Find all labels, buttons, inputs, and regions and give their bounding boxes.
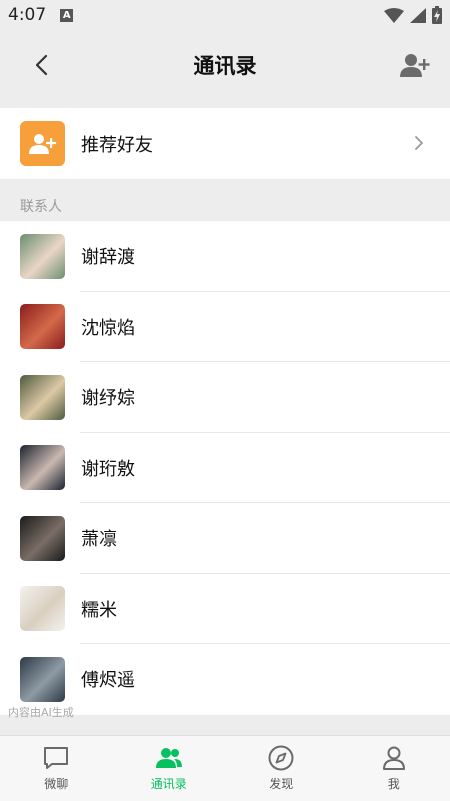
recommend-friends-label: 推荐好友 xyxy=(81,131,153,157)
avatar xyxy=(20,516,65,561)
status-bar: 4:07 A xyxy=(0,0,450,30)
tab-discover[interactable]: 发现 xyxy=(225,736,338,801)
contact-item[interactable]: 沈惊焰 xyxy=(0,292,450,363)
status-time: 4:07 xyxy=(8,5,46,25)
contact-name: 傅烬遥 xyxy=(81,666,135,692)
page-title: 通讯录 xyxy=(194,50,257,80)
bottom-tab-bar: 微聊 通讯录 发现 我 xyxy=(0,735,450,801)
contact-name: 萧凛 xyxy=(81,525,117,551)
tab-chats[interactable]: 微聊 xyxy=(0,736,113,801)
add-contact-icon[interactable] xyxy=(400,52,430,78)
back-arrow-icon[interactable] xyxy=(32,54,52,76)
avatar xyxy=(20,375,65,420)
recommend-friends-row[interactable]: 推荐好友 xyxy=(0,108,450,179)
tab-label: 我 xyxy=(388,775,400,792)
header: 通讯录 xyxy=(0,30,450,100)
avatar xyxy=(20,304,65,349)
notification-icon: A xyxy=(60,9,73,22)
contact-list: 谢辞渡 沈惊焰 谢纾婃 谢珩敫 萧凛 糯米 傅烬遥 xyxy=(0,221,450,715)
avatar xyxy=(20,657,65,702)
wifi-icon xyxy=(384,8,404,23)
contact-name: 沈惊焰 xyxy=(81,314,135,340)
contact-name: 糯米 xyxy=(81,596,117,622)
contact-item[interactable]: 谢珩敫 xyxy=(0,433,450,504)
contacts-section-label: 联系人 xyxy=(20,196,62,216)
contacts-icon xyxy=(155,744,183,772)
tab-label: 发现 xyxy=(269,775,293,792)
person-icon xyxy=(380,744,408,772)
contact-name: 谢纾婃 xyxy=(81,384,135,410)
chevron-right-icon xyxy=(414,135,424,151)
tab-contacts[interactable]: 通讯录 xyxy=(113,736,226,801)
tab-label: 通讯录 xyxy=(151,775,187,792)
tab-label: 微聊 xyxy=(44,775,68,792)
add-person-icon xyxy=(29,133,57,155)
chat-bubble-icon xyxy=(42,744,70,772)
battery-icon xyxy=(432,6,442,24)
tab-me[interactable]: 我 xyxy=(338,736,450,801)
contact-name: 谢珩敫 xyxy=(81,455,135,481)
avatar xyxy=(20,586,65,631)
recommend-friends-icon xyxy=(20,121,65,166)
ai-generated-watermark: 内容由AI生成 xyxy=(8,704,74,720)
contact-item[interactable]: 萧凛 xyxy=(0,503,450,574)
contact-name: 谢辞渡 xyxy=(81,243,135,269)
avatar xyxy=(20,445,65,490)
status-icons xyxy=(384,6,442,24)
compass-icon xyxy=(267,744,295,772)
contact-item[interactable]: 糯米 xyxy=(0,574,450,645)
contact-item[interactable]: 谢辞渡 xyxy=(0,221,450,292)
contact-item[interactable]: 谢纾婃 xyxy=(0,362,450,433)
cellular-signal-icon xyxy=(410,8,426,23)
avatar xyxy=(20,234,65,279)
